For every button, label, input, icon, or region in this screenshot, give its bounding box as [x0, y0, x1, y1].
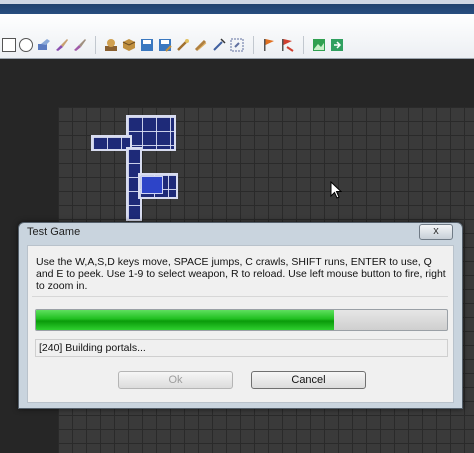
cancel-button[interactable]: Cancel — [251, 371, 366, 389]
toolbar-separator — [253, 36, 254, 54]
dialog-body: Use the W,A,S,D keys move, SPACE jumps, … — [27, 245, 454, 403]
syringe-icon[interactable] — [212, 38, 226, 52]
status-field: [240] Building portals... — [35, 339, 448, 357]
message-panel: Use the W,A,S,D keys move, SPACE jumps, … — [32, 252, 448, 297]
pencil-icon[interactable] — [37, 38, 51, 52]
select-circle-icon[interactable] — [19, 38, 33, 52]
progress-bar — [35, 309, 448, 331]
brush-icon[interactable] — [55, 38, 69, 52]
flag-icon[interactable] — [262, 38, 276, 52]
image-icon[interactable] — [312, 38, 326, 52]
paint-icon[interactable] — [73, 38, 87, 52]
toolbar-separator — [303, 36, 304, 54]
test-game-dialog: Test Game x Use the W,A,S,D keys move, S… — [18, 222, 463, 409]
save-icon[interactable] — [140, 38, 154, 52]
export-icon[interactable] — [330, 38, 344, 52]
flag-red-icon[interactable] — [280, 38, 294, 52]
title-bar-band — [0, 0, 474, 4]
toolbar — [0, 14, 474, 59]
instructions-text: Use the W,A,S,D keys move, SPACE jumps, … — [36, 256, 446, 292]
status-text: [240] Building portals... — [39, 342, 146, 354]
dialog-title-bar[interactable]: Test Game x — [19, 223, 462, 241]
ok-button[interactable]: Ok — [118, 371, 233, 389]
mouse-cursor-icon — [330, 180, 343, 204]
wand-icon[interactable] — [176, 38, 190, 52]
cube-icon[interactable] — [122, 38, 136, 52]
select-square-icon[interactable] — [2, 38, 16, 52]
title-bar — [0, 0, 474, 14]
dialog-title: Test Game — [27, 226, 81, 238]
stamp-icon[interactable] — [104, 38, 118, 52]
close-button[interactable]: x — [419, 224, 453, 240]
map-room-selected[interactable] — [141, 176, 163, 194]
progress-fill — [36, 310, 334, 330]
map-room-top[interactable] — [126, 115, 176, 151]
wand-alt-icon[interactable] — [194, 38, 208, 52]
zoom-box-icon[interactable] — [230, 38, 244, 52]
save-as-icon[interactable] — [158, 38, 172, 52]
toolbar-separator — [95, 36, 96, 54]
